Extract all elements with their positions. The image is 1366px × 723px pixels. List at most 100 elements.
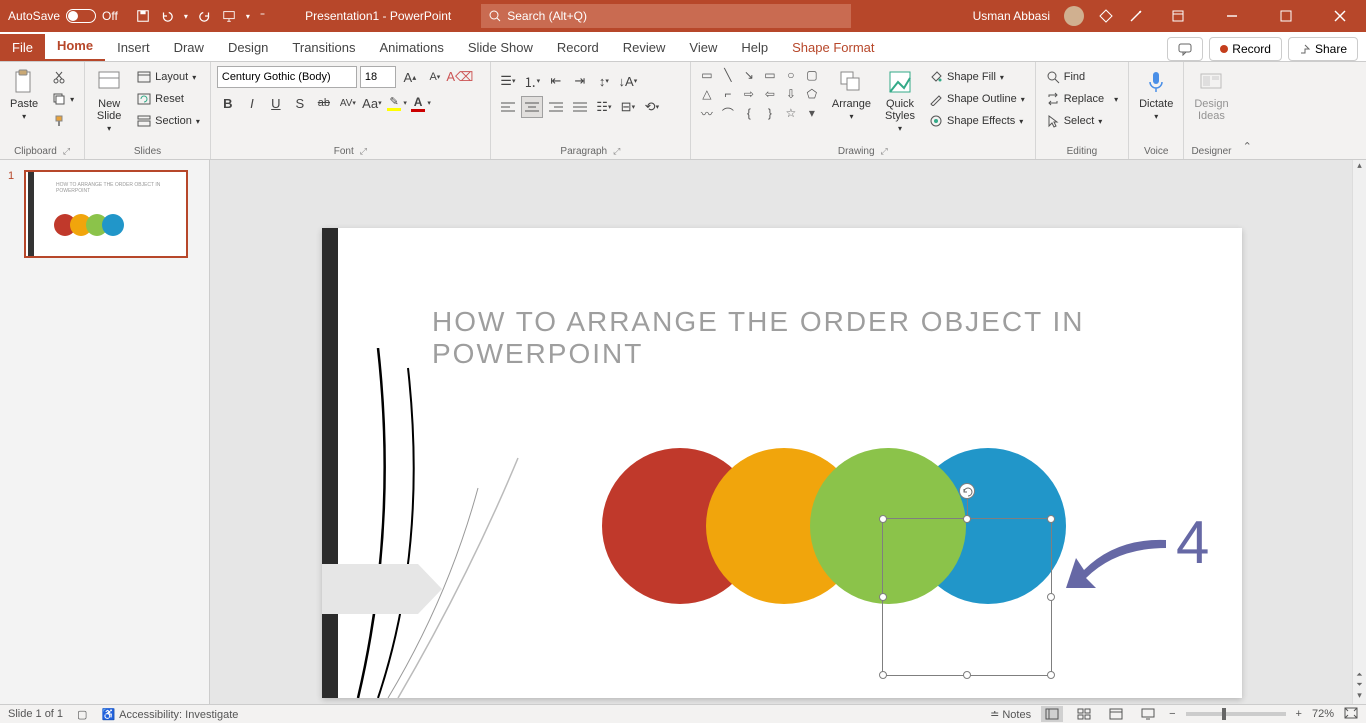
notes-button[interactable]: ≐ Notes: [990, 708, 1031, 721]
shape-rounded[interactable]: ▢: [802, 66, 822, 84]
shape-curve[interactable]: 〰: [697, 104, 717, 122]
tab-shape-format[interactable]: Shape Format: [780, 34, 886, 61]
text-direction-button[interactable]: ↓A▾: [617, 70, 639, 92]
increase-font-button[interactable]: A▴: [399, 66, 421, 88]
new-slide-button[interactable]: New Slide ▾: [91, 66, 127, 135]
highlight-button[interactable]: ✎▾: [385, 92, 407, 114]
tab-record[interactable]: Record: [545, 34, 611, 61]
curved-arrow-shape[interactable]: [1066, 538, 1176, 608]
wand-icon[interactable]: [1128, 8, 1144, 24]
decrease-indent-button[interactable]: ⇤: [545, 70, 567, 92]
font-name-input[interactable]: [217, 66, 357, 88]
italic-button[interactable]: I: [241, 92, 263, 114]
slide-counter[interactable]: Slide 1 of 1: [8, 708, 63, 720]
columns-button[interactable]: ☷▾: [593, 96, 615, 118]
cut-button[interactable]: [48, 66, 78, 88]
toggle-switch[interactable]: [66, 9, 96, 23]
qat-dropdown[interactable]: ▾: [246, 12, 250, 21]
align-center-button[interactable]: [521, 96, 543, 118]
arrange-button[interactable]: Arrange▾: [828, 66, 875, 123]
diamond-icon[interactable]: [1098, 8, 1114, 24]
zoom-in-button[interactable]: +: [1296, 708, 1302, 720]
align-text-button[interactable]: ⊟▾: [617, 96, 639, 118]
handle-tl[interactable]: [879, 515, 887, 523]
reset-button[interactable]: Reset: [133, 88, 204, 110]
zoom-out-button[interactable]: −: [1169, 708, 1175, 720]
shape-triangle[interactable]: △: [697, 85, 717, 103]
design-ideas-button[interactable]: Design Ideas: [1190, 66, 1232, 124]
sorter-view-button[interactable]: [1073, 706, 1095, 722]
dictate-button[interactable]: Dictate▾: [1135, 66, 1177, 123]
number-4-label[interactable]: 4: [1176, 508, 1209, 577]
handle-ml[interactable]: [879, 593, 887, 601]
zoom-slider[interactable]: [1186, 712, 1286, 716]
handle-br[interactable]: [1047, 671, 1055, 679]
bold-button[interactable]: B: [217, 92, 239, 114]
save-icon[interactable]: [136, 9, 150, 23]
copy-button[interactable]: ▾: [48, 88, 78, 110]
increase-indent-button[interactable]: ⇥: [569, 70, 591, 92]
close-button[interactable]: [1320, 0, 1360, 32]
paste-button[interactable]: Paste ▾: [6, 66, 42, 123]
smartart-button[interactable]: ⟲▾: [641, 96, 663, 118]
vertical-scrollbar[interactable]: ▴ ⏶ ⏷ ▾: [1352, 160, 1366, 704]
shape-rect[interactable]: ▭: [760, 66, 780, 84]
tab-slideshow[interactable]: Slide Show: [456, 34, 545, 61]
change-case-button[interactable]: Aa▾: [361, 92, 383, 114]
prev-slide-button[interactable]: ⏶: [1353, 670, 1366, 680]
accessibility-status[interactable]: ♿Accessibility: Investigate: [101, 708, 238, 721]
rotate-handle[interactable]: [959, 483, 975, 499]
slide-title-text[interactable]: HOW TO ARRANGE THE ORDER OBJECT IN POWER…: [432, 306, 1242, 370]
select-button[interactable]: Select▾: [1042, 110, 1122, 132]
tab-insert[interactable]: Insert: [105, 34, 162, 61]
shape-effects-button[interactable]: Shape Effects▾: [925, 110, 1029, 132]
clipboard-launcher[interactable]: ⤢: [63, 146, 70, 157]
maximize-button[interactable]: [1266, 0, 1306, 32]
drawing-launcher[interactable]: ⤢: [881, 146, 888, 157]
handle-mr[interactable]: [1047, 593, 1055, 601]
fit-window-button[interactable]: [1344, 707, 1358, 722]
justify-button[interactable]: [569, 96, 591, 118]
share-button[interactable]: Share: [1288, 37, 1358, 61]
bullets-button[interactable]: ☰▾: [497, 70, 519, 92]
shape-outline-button[interactable]: Shape Outline▾: [925, 88, 1029, 110]
decrease-font-button[interactable]: A▾: [424, 66, 446, 88]
format-painter-button[interactable]: [48, 110, 78, 132]
minimize-button[interactable]: [1212, 0, 1252, 32]
section-button[interactable]: Section▾: [133, 110, 204, 132]
numbering-button[interactable]: ⒈▾: [521, 70, 543, 92]
scroll-down-button[interactable]: ▾: [1353, 690, 1366, 704]
tab-review[interactable]: Review: [611, 34, 678, 61]
shape-arrow-line[interactable]: ↘: [739, 66, 759, 84]
font-launcher[interactable]: ⤢: [360, 146, 367, 157]
shape-star[interactable]: ☆: [781, 104, 801, 122]
tab-home[interactable]: Home: [45, 32, 105, 61]
scroll-up-button[interactable]: ▴: [1353, 160, 1366, 174]
autosave-toggle[interactable]: AutoSave Off: [0, 9, 126, 23]
shape-line[interactable]: ╲: [718, 66, 738, 84]
handle-bm[interactable]: [963, 671, 971, 679]
slide[interactable]: HOW TO ARRANGE THE ORDER OBJECT IN POWER…: [322, 228, 1242, 698]
qat-customize[interactable]: ⁼: [260, 11, 265, 22]
shape-left-arrow[interactable]: ⇦: [760, 85, 780, 103]
reading-view-button[interactable]: [1105, 706, 1127, 722]
selection-box[interactable]: [882, 518, 1052, 676]
slide-thumbnail-1[interactable]: 1 HOW TO ARRANGE THE ORDER OBJECT IN POW…: [10, 170, 199, 258]
undo-dropdown[interactable]: ▾: [184, 12, 188, 21]
spellcheck-icon[interactable]: ▢: [77, 708, 87, 721]
font-color-button[interactable]: A▾: [409, 92, 431, 114]
shape-brace-right[interactable]: }: [760, 104, 780, 122]
user-name[interactable]: Usman Abbasi: [973, 9, 1050, 23]
next-slide-button[interactable]: ⏷: [1353, 680, 1366, 690]
tab-view[interactable]: View: [677, 34, 729, 61]
shape-fill-button[interactable]: Shape Fill▾: [925, 66, 1029, 88]
underline-button[interactable]: U: [265, 92, 287, 114]
tab-transitions[interactable]: Transitions: [280, 34, 367, 61]
shape-elbow[interactable]: ⌐: [718, 85, 738, 103]
clear-format-button[interactable]: A⌫: [449, 66, 471, 88]
shape-right-arrow[interactable]: ⇨: [739, 85, 759, 103]
gray-arrow-shape[interactable]: [322, 564, 442, 614]
slideshow-start-icon[interactable]: [222, 9, 236, 23]
char-spacing-button[interactable]: AV▾: [337, 92, 359, 114]
shape-down-arrow[interactable]: ⇩: [781, 85, 801, 103]
